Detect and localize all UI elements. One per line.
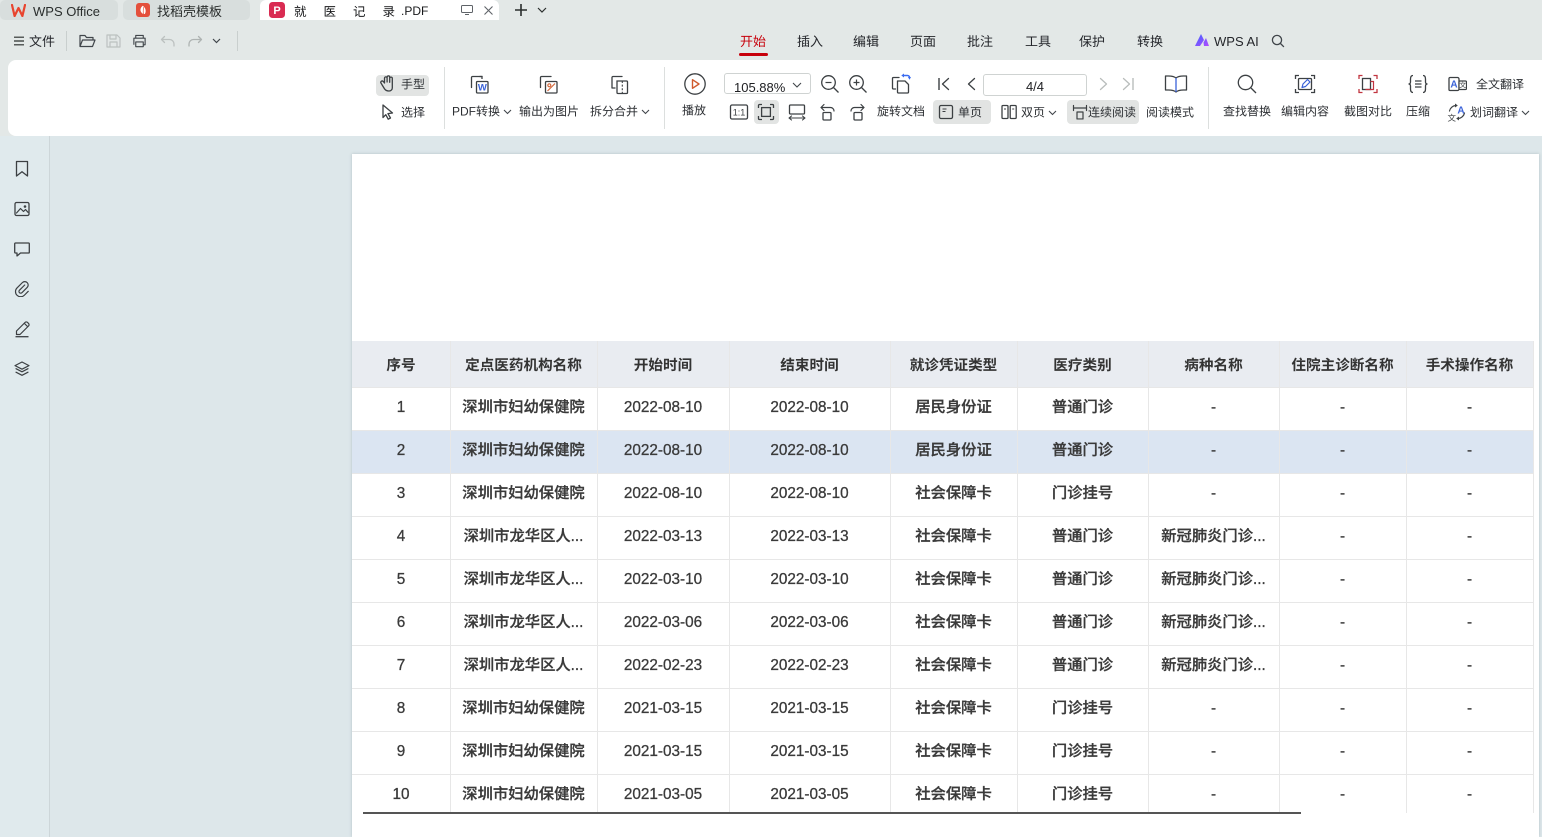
svg-text:文: 文: [1448, 112, 1457, 122]
svg-text:1:1: 1:1: [733, 108, 746, 118]
svg-text:文: 文: [1459, 81, 1466, 91]
svg-text:P: P: [273, 5, 280, 17]
svg-text:W: W: [478, 83, 487, 94]
svg-text:A: A: [1457, 106, 1464, 117]
svg-text:A: A: [1450, 80, 1457, 91]
